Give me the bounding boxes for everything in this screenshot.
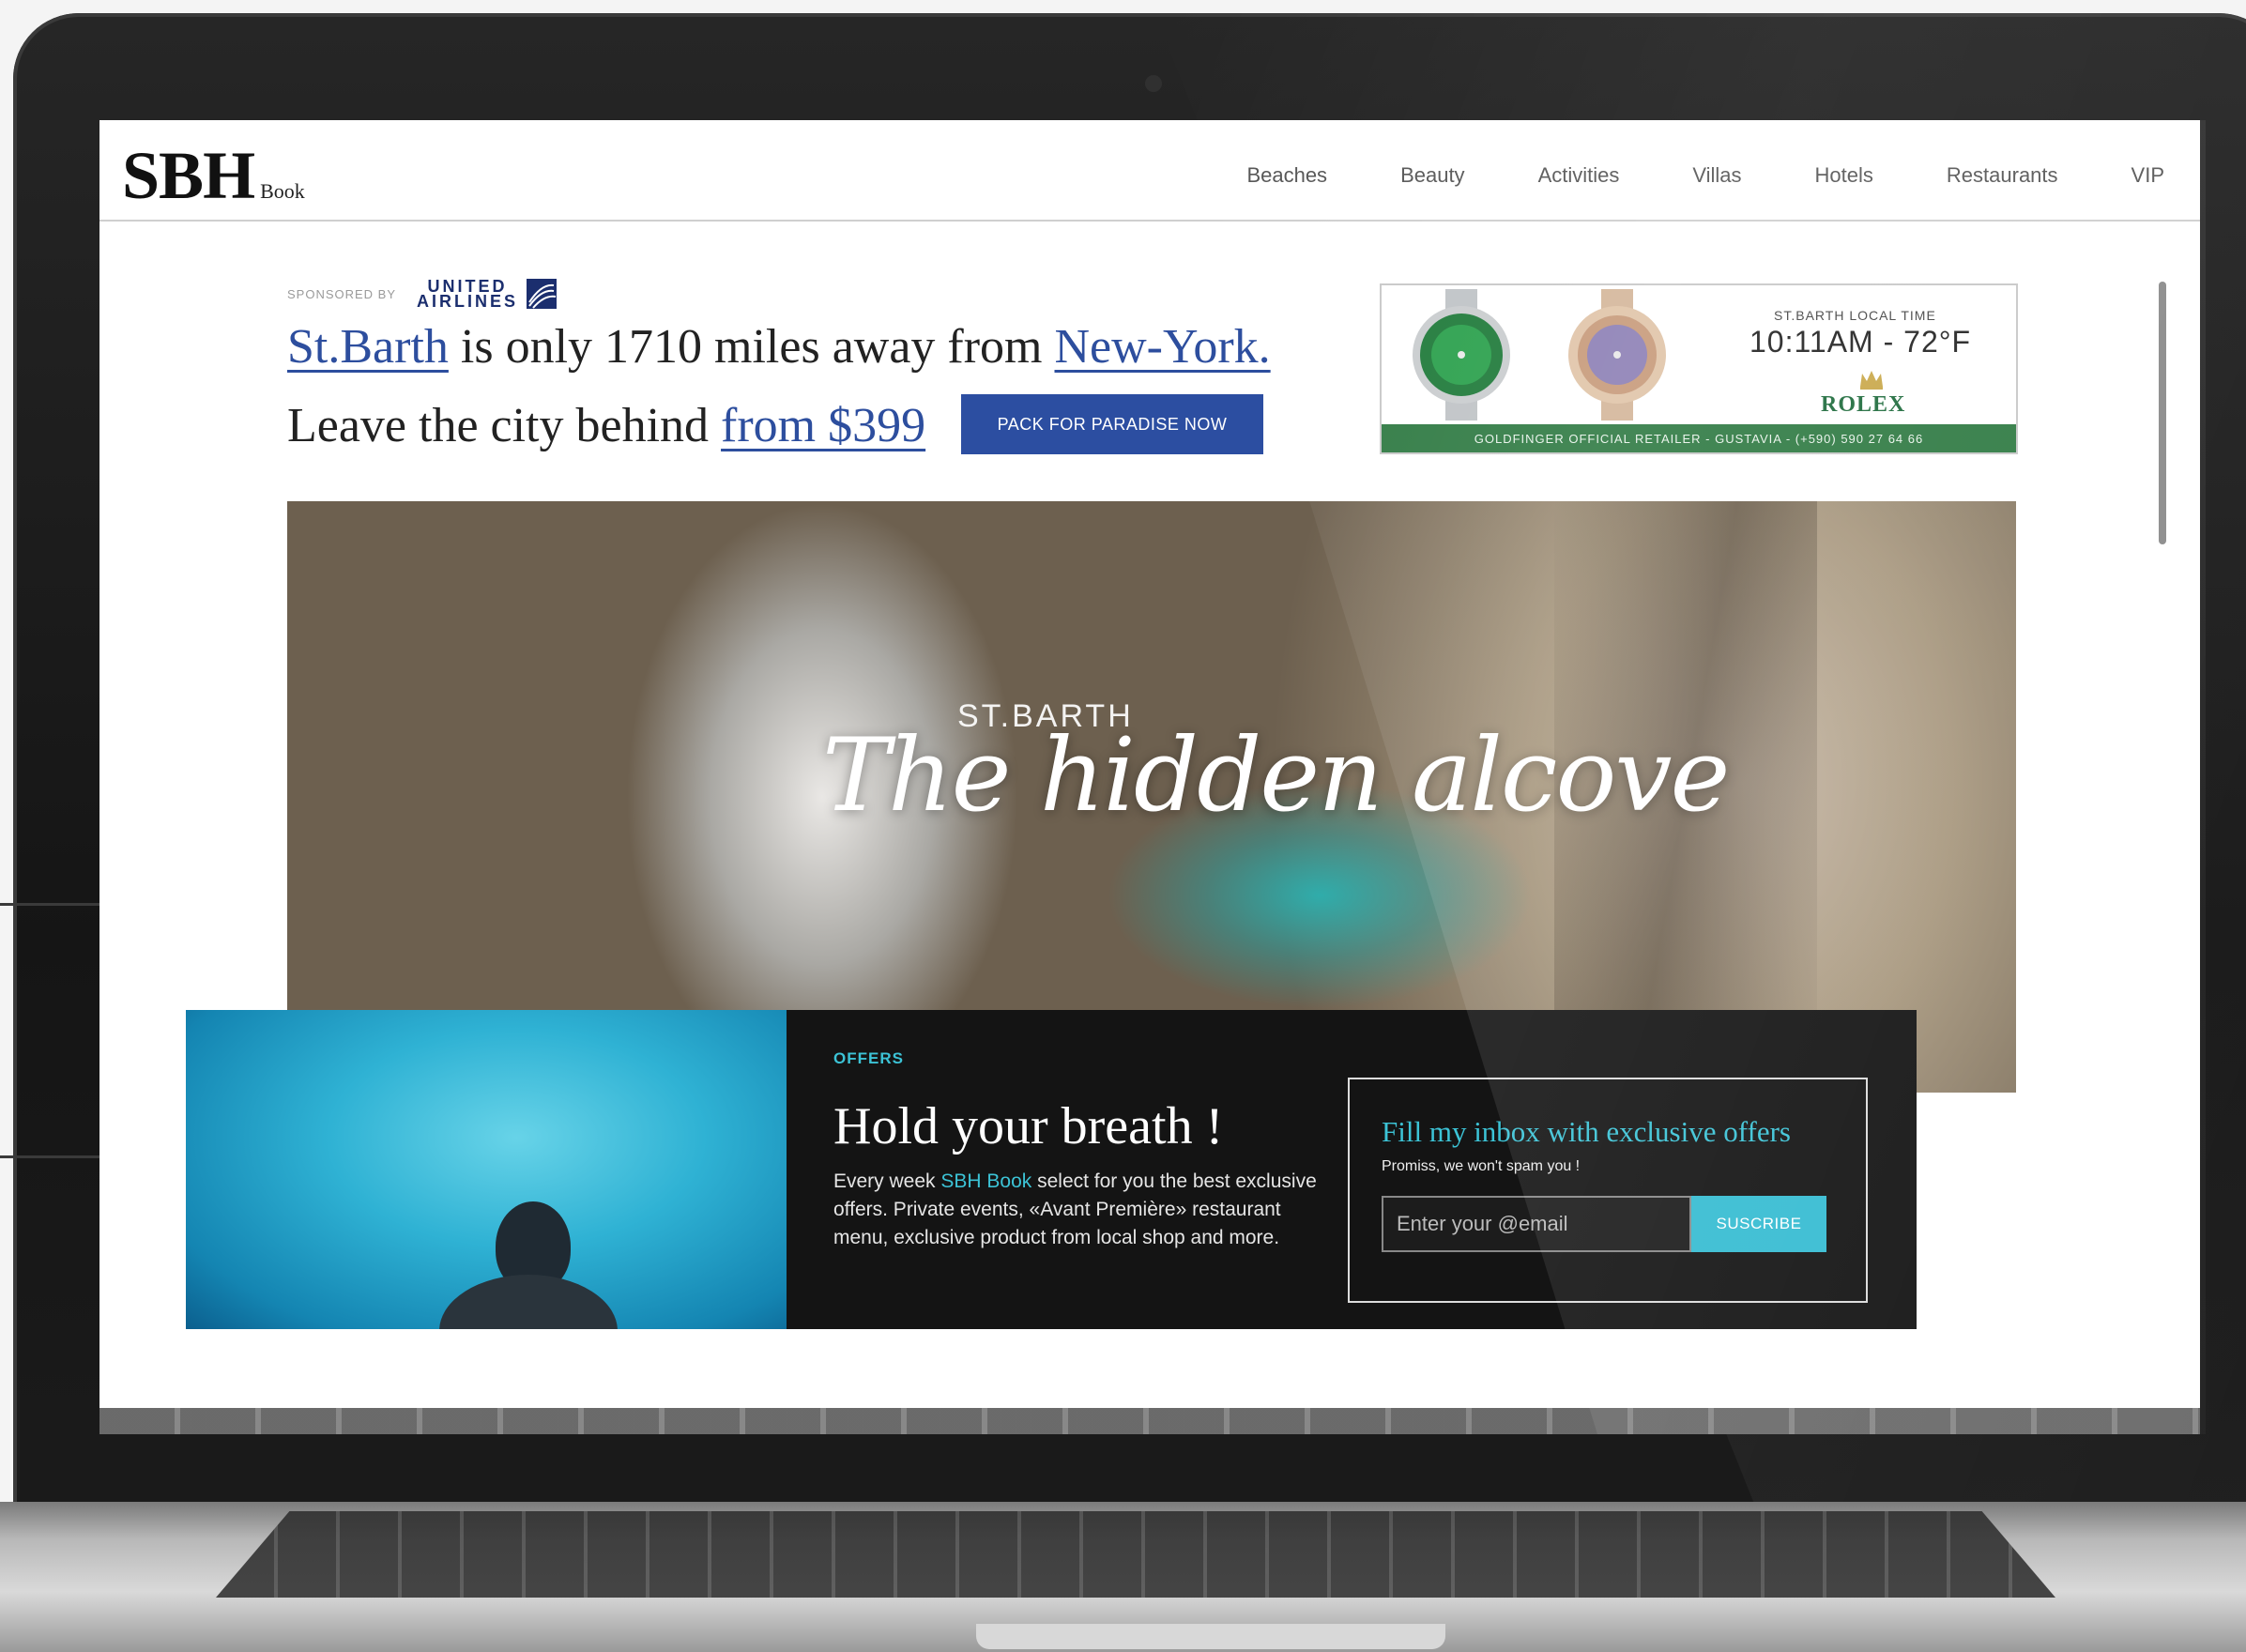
newsletter-subtitle: Promiss, we won't spam you ! [1382, 1158, 1581, 1174]
offers-body-pre: Every week [833, 1170, 941, 1192]
browser-screen: SBH Book Beaches Beauty Activities Villa… [99, 120, 2200, 1434]
headline-distance: St.Barth is only 1710 miles away from Ne… [287, 319, 1271, 375]
webcam [1145, 75, 1162, 92]
headline-price: Leave the city behind from $399 [287, 398, 925, 453]
ad-time-value: 10:11AM - 72°F [1749, 325, 1972, 359]
ad-footer: GOLDFINGER OFFICIAL RETAILER - GUSTAVIA … [1382, 424, 2016, 452]
ua-line2: AIRLINES [417, 292, 519, 311]
newsletter-box: Fill my inbox with exclusive offers Prom… [1348, 1078, 1868, 1303]
headline-middle: is only 1710 miles away from [448, 320, 1055, 374]
subscribe-button[interactable]: SUSCRIBE [1691, 1196, 1826, 1252]
navbar: SBH Book Beaches Beauty Activities Villa… [99, 120, 2200, 222]
hero-title: The hidden alcove [822, 717, 1730, 834]
sponsor-block: SPONSORED BY UNITED AIRLINES [287, 278, 558, 310]
offers-underwater-image [186, 1010, 787, 1329]
nav-item-restaurants[interactable]: Restaurants [1947, 163, 2058, 188]
nav-item-activities[interactable]: Activities [1538, 163, 1620, 188]
offers-body: Every week SBH Book select for you the b… [833, 1168, 1322, 1252]
nav-item-beauty[interactable]: Beauty [1400, 163, 1465, 188]
logo-sub: Book [260, 179, 305, 203]
diver-body [439, 1275, 618, 1329]
purple-watch-icon [1568, 289, 1666, 421]
rolex-ad-banner[interactable]: ST.BARTH LOCAL TIME 10:11AM - 72°F ROLEX… [1380, 283, 2018, 454]
headline-line2-text: Leave the city behind [287, 399, 722, 452]
pack-for-paradise-button[interactable]: PACK FOR PARADISE NOW [961, 394, 1263, 454]
trackpad-notch [976, 1624, 1445, 1649]
ad-time-label: ST.BARTH LOCAL TIME [1774, 308, 1936, 323]
keyboard-reflection [99, 1408, 2200, 1434]
nav-item-beaches[interactable]: Beaches [1246, 163, 1327, 188]
sponsor-label: SPONSORED BY [287, 286, 397, 301]
offers-panel: OFFERS Hold your breath ! Every week SBH… [787, 1010, 1917, 1329]
united-airlines-logo[interactable]: UNITED AIRLINES [417, 278, 558, 310]
nav-menu: Beaches Beauty Activities Villas Hotels … [1173, 163, 2164, 188]
offers-title: Hold your breath ! [833, 1097, 1224, 1155]
united-airlines-wordmark: UNITED AIRLINES [417, 278, 519, 311]
offers-tag: OFFERS [833, 1049, 904, 1067]
logo-main: SBH [122, 138, 255, 213]
link-new-york[interactable]: New-York. [1055, 320, 1271, 374]
ad-brand: ROLEX [1821, 392, 1906, 417]
keyboard [216, 1511, 2055, 1598]
email-input[interactable] [1382, 1196, 1691, 1252]
link-st-barth[interactable]: St.Barth [287, 320, 449, 374]
link-from-price[interactable]: from $399 [721, 399, 925, 452]
green-watch-icon [1413, 289, 1510, 421]
rolex-crown-icon [1860, 371, 1883, 390]
site-logo[interactable]: SBH Book [122, 137, 305, 215]
united-globe-icon [527, 279, 558, 309]
offers-body-highlight[interactable]: SBH Book [940, 1170, 1031, 1192]
nav-item-villas[interactable]: Villas [1692, 163, 1741, 188]
newsletter-title: Fill my inbox with exclusive offers [1382, 1115, 1791, 1148]
nav-item-vip[interactable]: VIP [2131, 163, 2164, 188]
hero-banner[interactable]: ST.BARTH The hidden alcove [287, 501, 2016, 1093]
scrollbar-thumb[interactable] [2159, 282, 2166, 544]
nav-item-hotels[interactable]: Hotels [1815, 163, 1873, 188]
